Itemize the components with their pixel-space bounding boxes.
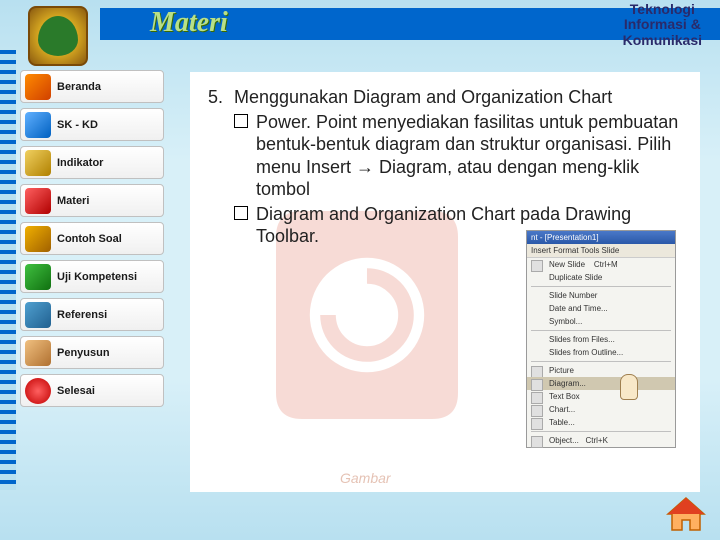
menu-item: Object... Ctrl+K bbox=[527, 434, 675, 447]
sidebar-item-beranda[interactable]: Beranda bbox=[20, 70, 164, 103]
sidebar-item-label: Referensi bbox=[57, 309, 107, 321]
content-text: 5. Menggunakan Diagram and Organization … bbox=[208, 86, 682, 248]
sidebar-item-penyusun[interactable]: Penyusun bbox=[20, 336, 164, 369]
sidebar-item-label: Contoh Soal bbox=[57, 233, 122, 245]
folder-icon bbox=[25, 302, 51, 328]
menu-item: Slide Number bbox=[527, 289, 675, 302]
person-icon bbox=[25, 340, 51, 366]
page-title: Materi bbox=[150, 7, 228, 39]
sidebar-item-label: Beranda bbox=[57, 81, 101, 93]
home-button[interactable] bbox=[664, 494, 708, 534]
checkbox-icon bbox=[234, 206, 248, 220]
sidebar-item-label: Selesai bbox=[57, 385, 95, 397]
crest-logo bbox=[28, 6, 88, 66]
sidebar-item-materi[interactable]: Materi bbox=[20, 184, 164, 217]
menu-item: Chart... bbox=[527, 403, 675, 416]
sidebar-item-label: SK - KD bbox=[57, 119, 98, 131]
window-title: nt - [Presentation1] bbox=[527, 231, 675, 244]
menu-item: Table... bbox=[527, 416, 675, 429]
menu-item: Symbol... bbox=[527, 315, 675, 328]
sidebar-item-sk-kd[interactable]: SK - KD bbox=[20, 108, 164, 141]
figure-caption: Gambar bbox=[340, 470, 391, 486]
books-icon bbox=[25, 188, 51, 214]
side-dots bbox=[0, 50, 16, 490]
sidebar-item-uji-kompetensi[interactable]: Uji Kompetensi bbox=[20, 260, 164, 293]
home-icon bbox=[25, 74, 51, 100]
menu-item: Duplicate Slide bbox=[527, 271, 675, 284]
item-heading: Menggunakan Diagram and Organization Cha… bbox=[234, 86, 682, 109]
header-bar: Materi Teknologi Informasi & Komunikasi bbox=[0, 0, 720, 46]
sidebar-item-label: Materi bbox=[57, 195, 89, 207]
table-icon bbox=[531, 418, 543, 430]
menu-item: Picture bbox=[527, 364, 675, 377]
sidebar-item-referensi[interactable]: Referensi bbox=[20, 298, 164, 331]
menu-item: Date and Time... bbox=[527, 302, 675, 315]
brand-line1: Teknologi bbox=[623, 2, 702, 17]
brand-text: Teknologi Informasi & Komunikasi bbox=[623, 2, 702, 48]
menu-item: Slides from Outline... bbox=[527, 346, 675, 359]
sidebar-item-indikator[interactable]: Indikator bbox=[20, 146, 164, 179]
sidebar-item-label: Uji Kompetensi bbox=[57, 271, 137, 283]
insert-menu-screenshot: nt - [Presentation1] Insert Format Tools… bbox=[526, 230, 676, 448]
badge-icon bbox=[25, 264, 51, 290]
paper-icon bbox=[25, 226, 51, 252]
content-panel: 5. Menggunakan Diagram and Organization … bbox=[190, 72, 700, 492]
sidebar: Beranda SK - KD Indikator Materi Contoh … bbox=[20, 70, 164, 412]
menu-item: Text Box bbox=[527, 390, 675, 403]
close-icon bbox=[25, 378, 51, 404]
book-icon bbox=[25, 112, 51, 138]
sidebar-item-label: Penyusun bbox=[57, 347, 110, 359]
sidebar-item-label: Indikator bbox=[57, 157, 103, 169]
brand-line2: Informasi & bbox=[623, 17, 702, 32]
checkbox-icon bbox=[234, 114, 248, 128]
item-number: 5. bbox=[208, 86, 234, 109]
sidebar-item-contoh-soal[interactable]: Contoh Soal bbox=[20, 222, 164, 255]
cursor-hand-icon bbox=[616, 374, 644, 406]
note-icon bbox=[25, 150, 51, 176]
brand-line3: Komunikasi bbox=[623, 33, 702, 48]
object-icon bbox=[531, 436, 543, 448]
menu-bar: Insert Format Tools Slide bbox=[527, 244, 675, 258]
sidebar-item-selesai[interactable]: Selesai bbox=[20, 374, 164, 407]
menu-item: New Slide Ctrl+M bbox=[527, 258, 675, 271]
menu-item-diagram: Diagram... bbox=[527, 377, 675, 390]
menu-item: Slides from Files... bbox=[527, 333, 675, 346]
bullet-text-1: Power. Point menyediakan fasilitas untuk… bbox=[256, 111, 682, 201]
